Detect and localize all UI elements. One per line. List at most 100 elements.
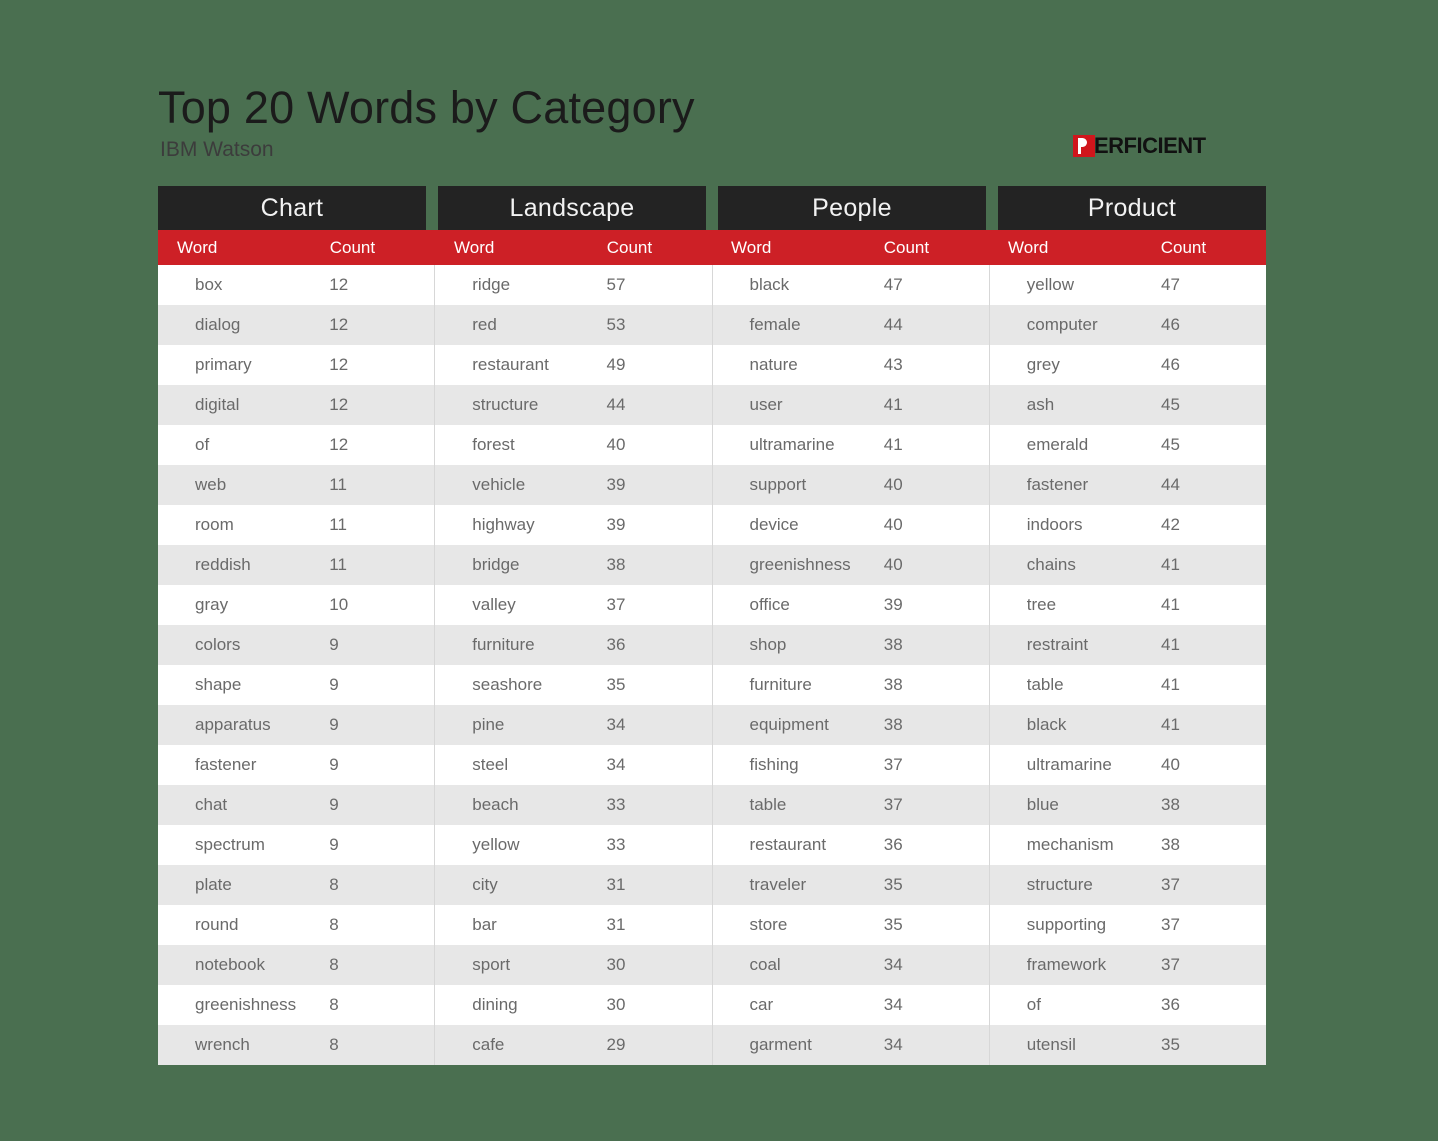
cell-word: fastener	[1026, 475, 1089, 494]
cell-count: 11	[329, 555, 347, 574]
table-row: traveler 35	[712, 865, 989, 905]
cell-count: 44	[606, 395, 626, 414]
cell-count: 44	[1161, 475, 1180, 494]
cell-count: 38	[606, 555, 626, 574]
cell-count: 12	[329, 275, 349, 294]
column-header-group-landscape: Word Count	[435, 230, 712, 265]
table-row: ultramarine 40	[990, 745, 1266, 785]
table-row: device 40	[713, 505, 989, 545]
table-row: gray 10	[158, 585, 434, 625]
cell-count: 40	[606, 435, 626, 454]
table-row: highway 39	[435, 505, 711, 545]
cell-word: ash	[1026, 395, 1055, 414]
perficient-p-mark-icon	[1073, 135, 1095, 157]
cell-word: store	[749, 915, 788, 934]
cell-word: utensil	[1026, 1035, 1076, 1054]
column-header-word: Word	[731, 237, 772, 257]
table-row: emerald 45	[990, 425, 1266, 465]
table-row: nature 43	[713, 345, 989, 385]
cell-count: 30	[606, 995, 626, 1014]
cell-word: round	[195, 915, 239, 934]
table-row: primary 12	[158, 345, 434, 385]
cell-word: garment	[749, 1035, 812, 1054]
cell-count: 12	[329, 355, 349, 374]
cell-word: table	[749, 795, 787, 814]
table-row: sport 30	[435, 945, 712, 985]
cell-count: 37	[1161, 875, 1180, 894]
table-column-people: black 47 female 44 nature 43 user 41 ultramarine…	[712, 265, 990, 1065]
table-row: office 39	[713, 585, 989, 625]
column-header-group-chart: Word Count	[158, 230, 435, 265]
cell-word: greenishness	[749, 555, 851, 574]
infographic-canvas: Top 20 Words by Category IBM Watson ERFI…	[0, 0, 1438, 1141]
cell-count: 35	[883, 875, 903, 894]
cell-word: fastener	[195, 755, 257, 774]
cell-count: 39	[606, 475, 626, 494]
cell-word: greenishness	[195, 995, 297, 1014]
table-row: black 47	[713, 265, 989, 305]
table-row: user 41	[712, 385, 989, 425]
cell-word: office	[749, 595, 790, 614]
cell-count: 45	[1161, 435, 1180, 454]
table-row: shape 9	[158, 665, 434, 705]
page-title: Top 20 Words by Category	[158, 82, 695, 133]
table-row: support 40	[712, 465, 989, 505]
cell-count: 41	[1161, 675, 1180, 694]
cell-count: 42	[1161, 515, 1180, 534]
cell-count: 41	[883, 395, 903, 414]
cell-word: digital	[195, 395, 240, 414]
column-header-group-people: Word Count	[712, 230, 989, 265]
table-row: colors 9	[158, 625, 435, 665]
cell-count: 43	[883, 355, 903, 374]
cell-word: dialog	[195, 315, 241, 334]
column-header-word: Word	[1008, 237, 1049, 257]
cell-word: reddish	[195, 555, 251, 574]
table-row: bridge 38	[435, 545, 712, 585]
cell-count: 38	[883, 715, 903, 734]
category-header-product: Product	[998, 186, 1266, 230]
table-row: digital 12	[158, 385, 435, 425]
cell-word: seashore	[472, 675, 543, 694]
table-row: greenishness 8	[158, 985, 434, 1025]
cell-word: user	[749, 395, 783, 414]
cell-count: 41	[1161, 595, 1180, 614]
cell-word: equipment	[749, 715, 829, 734]
table-row: fastener 44	[989, 465, 1266, 505]
column-header-group-product: Word Count	[989, 230, 1266, 265]
cell-count: 41	[1161, 555, 1180, 574]
title-block: Top 20 Words by Category IBM Watson	[158, 82, 695, 163]
cell-count: 47	[1161, 275, 1180, 294]
table-row: apparatus 9	[158, 705, 435, 745]
table-row: garment 34	[712, 1025, 989, 1065]
cell-count: 34	[883, 955, 903, 974]
cell-word: female	[749, 315, 801, 334]
table-row: plate 8	[158, 865, 435, 905]
cell-word: table	[1026, 675, 1064, 694]
table-row: steel 34	[435, 745, 711, 785]
cell-word: city	[472, 875, 498, 894]
column-header-row: Word Count Word Count Word Count Word Co…	[158, 230, 1266, 265]
cell-word: tree	[1026, 595, 1057, 614]
cell-word: black	[749, 275, 790, 294]
cell-word: bar	[472, 915, 497, 934]
cell-count: 35	[883, 915, 903, 934]
cell-count: 9	[329, 715, 339, 734]
cell-word: device	[749, 515, 799, 534]
table-row: red 53	[435, 305, 712, 345]
table-row: blue 38	[989, 785, 1266, 825]
table-row: framework 37	[989, 945, 1266, 985]
cell-word: furniture	[749, 675, 812, 694]
cell-word: vehicle	[472, 475, 526, 494]
cell-count: 35	[606, 675, 626, 694]
cell-count: 41	[1161, 635, 1180, 654]
cell-count: 38	[883, 675, 903, 694]
table-row: wrench 8	[158, 1025, 435, 1065]
cell-count: 9	[329, 635, 339, 654]
cell-count: 9	[329, 675, 339, 694]
cell-count: 9	[329, 755, 339, 774]
cell-count: 30	[606, 955, 626, 974]
column-header-word: Word	[454, 237, 495, 257]
column-header-count: Count	[1160, 237, 1207, 257]
table-row: grey 46	[990, 345, 1266, 385]
cell-count: 41	[883, 435, 903, 454]
